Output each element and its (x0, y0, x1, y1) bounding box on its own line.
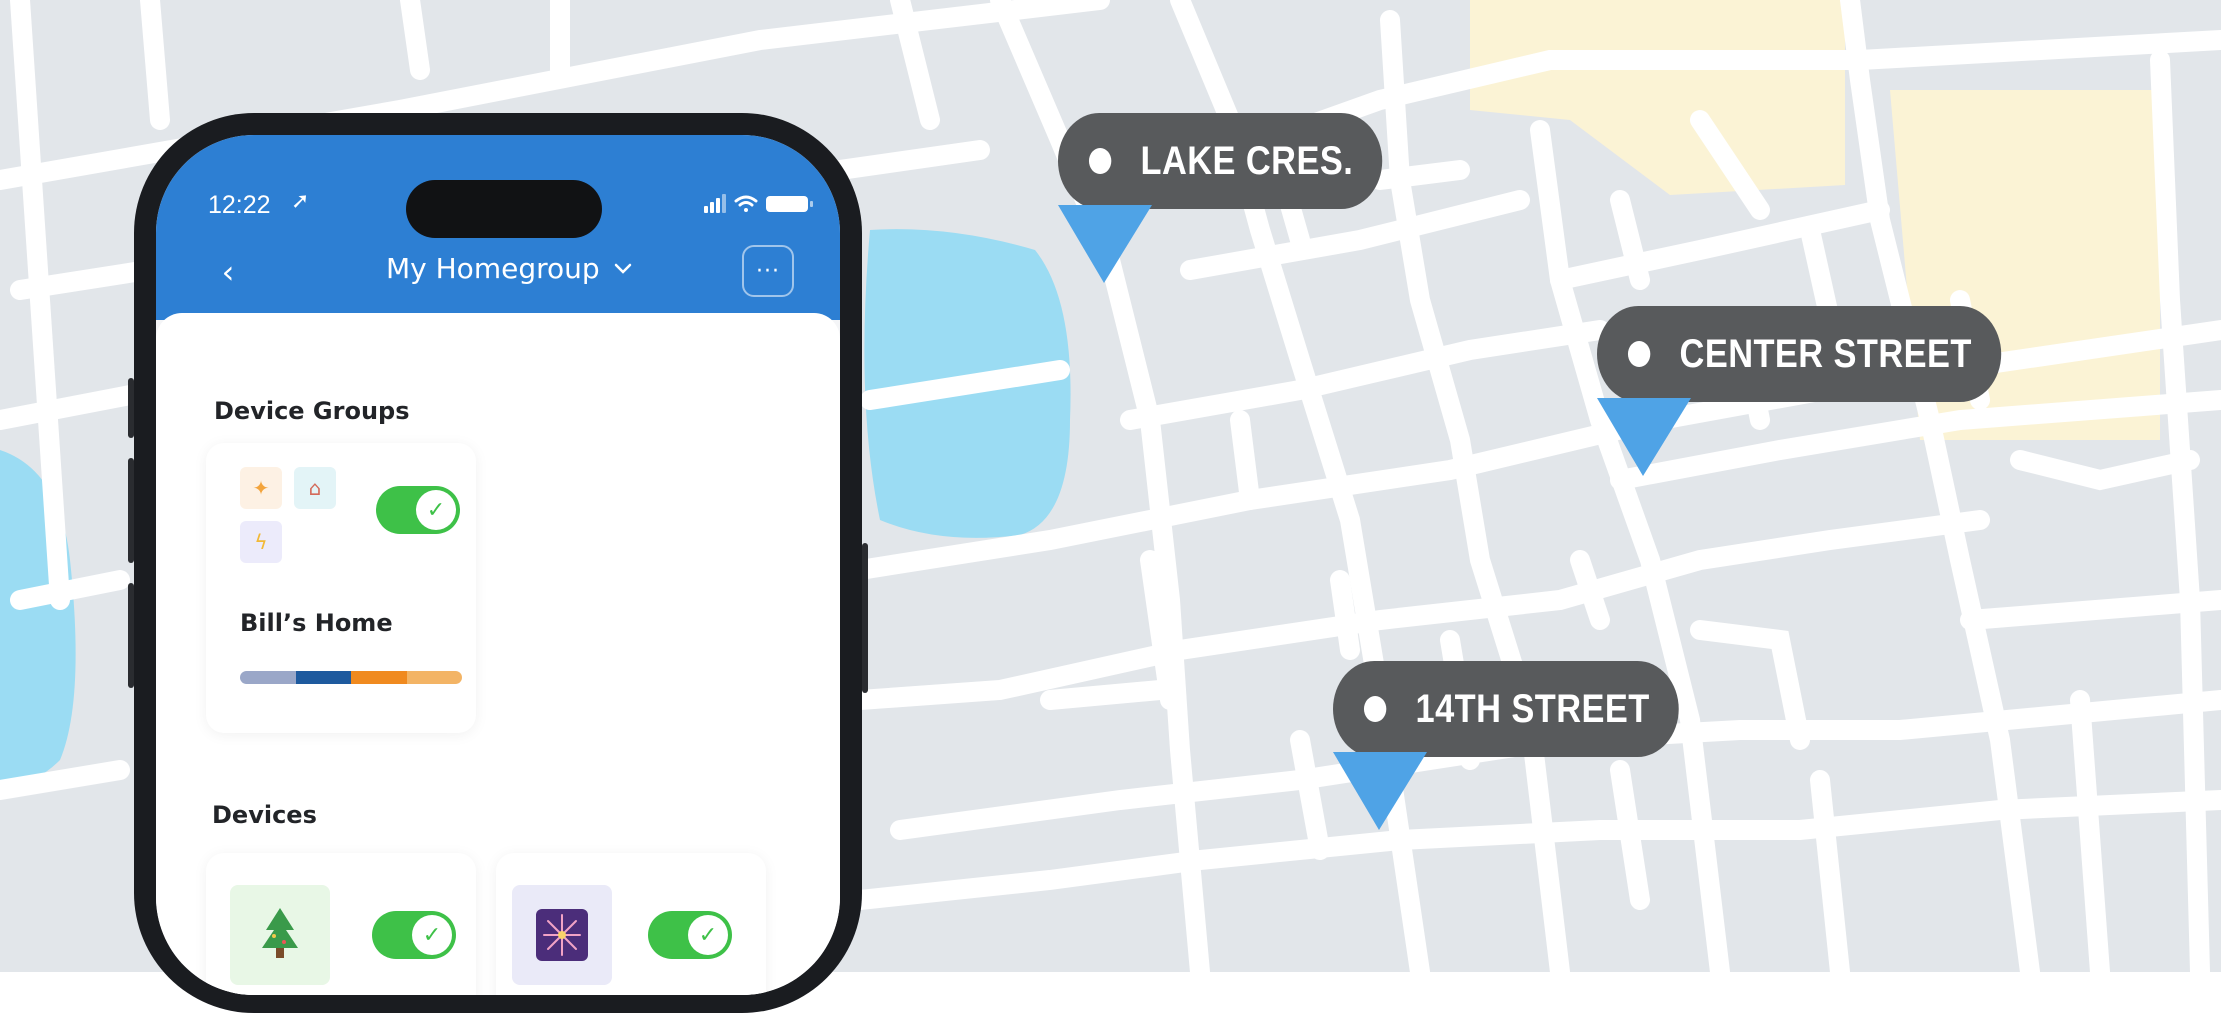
phone-side-button (128, 583, 134, 688)
bulb-icon: ✦ (240, 467, 282, 509)
signal-icon (704, 194, 726, 213)
status-time: 12:22 (208, 191, 271, 219)
pin-label-text: LAKE CRES. (1140, 138, 1354, 183)
device-toggle[interactable]: ✓ (372, 911, 456, 959)
location-arrow-icon: ➚ (291, 189, 310, 214)
more-dots-icon: ··· (756, 258, 780, 284)
battery-icon (766, 196, 813, 212)
color-bar-segment (351, 671, 407, 684)
pin-dot-icon (1363, 696, 1387, 722)
checkmark-icon: ✓ (688, 915, 728, 955)
dynamic-island (406, 180, 602, 238)
pin-label-text: 14TH STREET (1415, 686, 1650, 731)
wifi-icon (734, 195, 758, 212)
device-card-light[interactable]: ✓ (496, 853, 766, 995)
house-icon: ⌂ (294, 467, 336, 509)
header-title: My Homegroup (386, 252, 600, 285)
pin-label[interactable]: LAKE CRES. (1058, 113, 1383, 209)
app-content: Device Groups ✦ ⌂ ϟ ✓ Bill’s Home Device… (156, 313, 840, 995)
color-bar-segment (406, 671, 462, 684)
sparkle-light-icon (512, 885, 612, 985)
device-groups-title: Device Groups (214, 397, 410, 425)
tree-icon (230, 885, 330, 985)
devices-title: Devices (212, 801, 317, 829)
device-card-tree[interactable]: ✓ (206, 853, 476, 995)
group-toggle[interactable]: ✓ (376, 486, 460, 534)
phone-side-button (862, 543, 868, 693)
color-bar-segment (295, 671, 351, 684)
back-button[interactable]: ‹ (208, 247, 248, 297)
pin-pointer-icon (1333, 752, 1427, 830)
color-bar-segment (240, 671, 296, 684)
pin-label[interactable]: CENTER STREET (1597, 306, 2002, 402)
pin-label-text: CENTER STREET (1679, 331, 1972, 376)
pin-pointer-icon (1058, 205, 1152, 283)
group-color-bar (240, 671, 462, 684)
status-icons (704, 194, 813, 213)
pin-pointer-icon (1597, 398, 1691, 476)
checkmark-icon: ✓ (412, 915, 452, 955)
pin-label[interactable]: 14TH STREET (1333, 661, 1679, 757)
chevron-left-icon: ‹ (221, 253, 235, 291)
smartphone: 12:22 ➚ ‹ My Homegroup ··· Device Groups… (128, 113, 868, 1013)
app-header: 12:22 ➚ ‹ My Homegroup ··· (156, 135, 840, 320)
pin-dot-icon (1088, 148, 1112, 174)
homegroup-selector[interactable]: My Homegroup (386, 252, 632, 285)
phone-side-button (128, 378, 134, 438)
device-toggle[interactable]: ✓ (648, 911, 732, 959)
device-group-card[interactable]: ✦ ⌂ ϟ ✓ Bill’s Home (206, 443, 476, 733)
pin-dot-icon (1627, 341, 1651, 367)
chevron-down-icon (614, 263, 631, 274)
phone-screen: 12:22 ➚ ‹ My Homegroup ··· Device Groups… (156, 135, 840, 995)
checkmark-icon: ✓ (416, 490, 456, 530)
lightning-icon: ϟ (240, 521, 282, 563)
group-name: Bill’s Home (240, 609, 393, 637)
more-menu-button[interactable]: ··· (742, 245, 794, 297)
phone-side-button (128, 458, 134, 563)
